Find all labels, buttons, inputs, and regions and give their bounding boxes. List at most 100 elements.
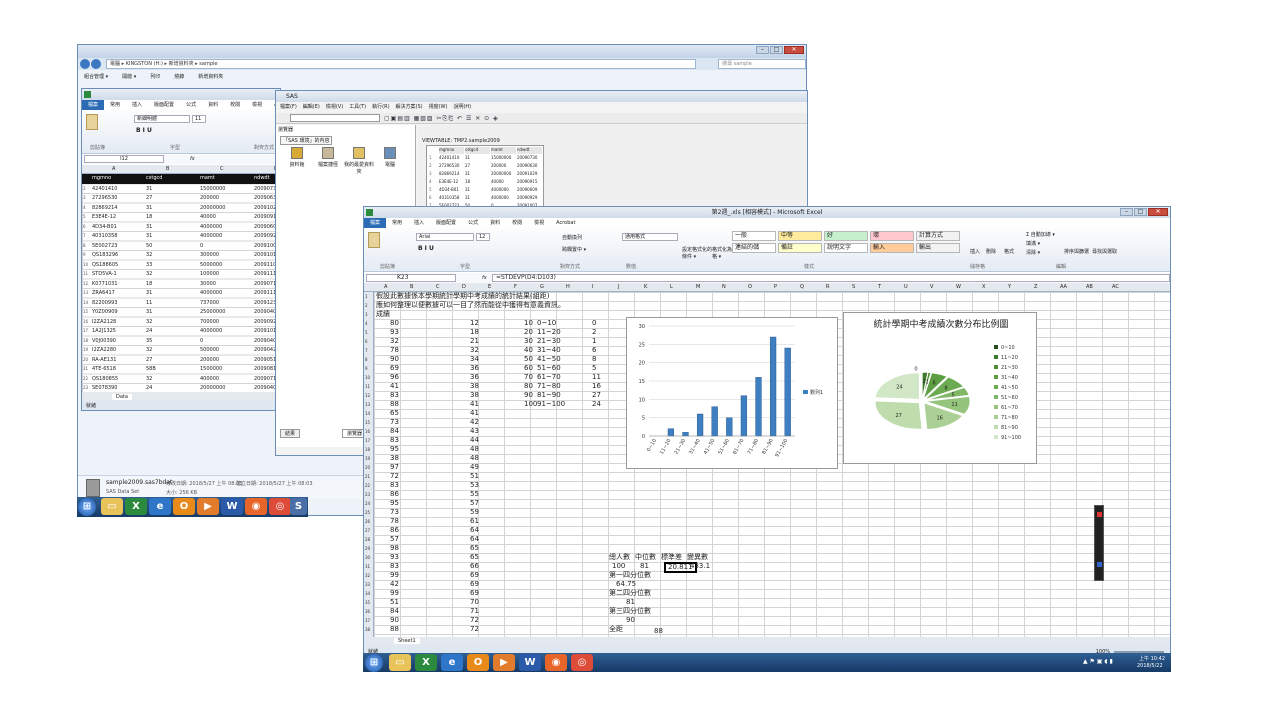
header-cell[interactable]: mamt (200, 175, 215, 181)
row-header[interactable]: 24 (365, 501, 370, 506)
vt-cell[interactable]: 82869214 (439, 171, 459, 176)
vt-cell[interactable]: 31 (465, 187, 470, 192)
sheet-cell[interactable]: 1 (592, 337, 596, 346)
floating-toolbar[interactable] (1094, 505, 1104, 581)
sheet-cell[interactable]: 第三四分位數 (609, 607, 651, 616)
table-cell[interactable]: 18 (146, 214, 152, 220)
explorer-toolbar-item[interactable]: 開啟 ▾ (122, 74, 136, 80)
sheet-cell[interactable]: 69 (470, 589, 479, 598)
table-cell[interactable]: 20000000 (200, 385, 225, 391)
sheet-cell[interactable]: 0~10 (537, 319, 556, 328)
frequency-bar-chart[interactable]: 0 5 10 15 20 25 30 0~10 11~20 21~30 31~40 41~50 51~6… (626, 317, 838, 469)
sheet-cell[interactable]: 84 (390, 427, 399, 436)
sheet-cell[interactable]: 11~20 (537, 328, 561, 337)
sheet-cell[interactable]: 80 (390, 319, 399, 328)
sas-menu-item[interactable]: 執行(R) (372, 104, 389, 110)
sheet-cell[interactable]: 90 (390, 616, 399, 625)
table-cell[interactable]: 300000 (200, 252, 219, 258)
row-header[interactable]: 14 (365, 411, 370, 416)
sheet-cell[interactable]: 95 (390, 499, 399, 508)
sheet-cell[interactable]: 32 (470, 346, 479, 355)
cell-style-1[interactable]: 中等 (778, 231, 822, 241)
firefox-taskbar-icon[interactable]: ◉ (245, 498, 267, 515)
table-cell[interactable]: 700000 (200, 319, 219, 325)
sheet-cell[interactable]: 成績 (376, 310, 390, 319)
font-name-select[interactable]: 新細明體 (134, 115, 190, 123)
fx-icon[interactable]: fx (482, 275, 487, 281)
ribbon-tab[interactable]: 校閱 (506, 218, 528, 228)
sheet-cell[interactable]: 55 (470, 490, 479, 499)
table-cell[interactable]: 42401410 (92, 186, 117, 192)
table-cell[interactable]: 31 (146, 205, 152, 211)
sheet-cell[interactable]: 30 (524, 337, 533, 346)
header-cell[interactable]: ndwdt (254, 175, 270, 181)
column-header[interactable]: F (514, 284, 517, 290)
explorer-taskbar-icon[interactable]: ▭ (101, 498, 123, 515)
sheet-cell[interactable]: 72 (470, 616, 479, 625)
vt-cell[interactable]: 20091029 (517, 171, 537, 176)
sheet-cell[interactable]: 71 (470, 607, 479, 616)
sas-explorer-item[interactable]: 資料館 (282, 147, 312, 168)
column-header[interactable]: B (166, 166, 169, 172)
sheet-cell[interactable]: 73 (390, 508, 399, 517)
sheet-cell[interactable]: 83 (390, 436, 399, 445)
sheet-cell[interactable]: 32 (390, 337, 399, 346)
ie-taskbar-icon[interactable]: e (441, 654, 463, 671)
row-header[interactable]: 29 (365, 546, 370, 551)
clock-date[interactable]: 2018/5/22 (1137, 663, 1163, 669)
ribbon-tab[interactable]: 公式 (180, 100, 202, 110)
sheet-cell[interactable]: 83 (390, 391, 399, 400)
frequency-pie-chart[interactable]: 統計學期中考成績次數分布比例圖 0 2 1 6 8 5 11 16 27 24 0~10 11~20 21… (843, 312, 1037, 464)
table-cell[interactable]: 200000 (200, 195, 219, 201)
sas-explorer-item[interactable]: 我的最愛資料夾 (344, 147, 374, 175)
table-cell[interactable]: 50 (146, 243, 152, 249)
bold-button[interactable]: B I U (136, 127, 152, 134)
ribbon-tab[interactable]: 插入 (126, 100, 148, 110)
cell-style-5[interactable]: 連結的儲 (732, 243, 776, 253)
table-cell[interactable]: 5000000 (200, 262, 222, 268)
sheet-cell[interactable]: 69 (470, 571, 479, 580)
row-header[interactable]: 33 (365, 582, 370, 587)
column-header[interactable]: AB (1086, 284, 1093, 290)
fill-button[interactable]: 填滿 ▾ (1026, 240, 1040, 247)
explorer-search-input[interactable]: 搜尋 sample (718, 59, 806, 69)
explorer-taskbar-icon[interactable]: ▭ (389, 654, 411, 671)
table-cell[interactable]: 4000000 (200, 328, 222, 334)
table-cell[interactable]: 4TE-6518 (92, 366, 116, 372)
sheet-cell[interactable]: 40 (524, 346, 533, 355)
vt-cell[interactable]: 27 (465, 163, 470, 168)
sheet-cell[interactable]: 36 (470, 373, 479, 382)
insert-cells-button[interactable]: 插入 (970, 248, 980, 255)
fx-icon[interactable]: fx (190, 156, 195, 162)
media-taskbar-icon[interactable]: ▶ (197, 498, 219, 515)
sheet-cell[interactable]: 51 (390, 598, 399, 607)
sheet-cell[interactable]: 變異數 (687, 553, 708, 562)
sheet-cell[interactable]: 10 (524, 319, 533, 328)
table-cell[interactable]: 32 (146, 271, 152, 277)
table-cell[interactable]: 200000 (200, 357, 219, 363)
font-size-select[interactable]: 11 (192, 115, 206, 123)
column-header[interactable]: P (774, 284, 777, 290)
vt-cell[interactable]: 40310358 (439, 195, 459, 200)
table-cell[interactable]: 33 (146, 262, 152, 268)
table-cell[interactable]: 30000 (200, 281, 216, 287)
autosum-button[interactable]: Σ 自動加總 ▾ (1026, 231, 1055, 238)
sheet-cell[interactable]: 51~60 (537, 364, 561, 373)
minimize-button[interactable]: – (756, 46, 769, 54)
merge-center-button[interactable]: 跨欄置中 ▾ (562, 246, 586, 253)
font-size-select[interactable]: 12 (476, 233, 490, 241)
sheet-cell[interactable]: 65 (470, 544, 479, 553)
column-header[interactable]: M (696, 284, 700, 290)
table-cell[interactable]: SE078390 (92, 385, 117, 391)
table-cell[interactable]: 1A2J1325 (92, 328, 116, 334)
table-cell[interactable]: 31 (146, 290, 152, 296)
column-header[interactable]: AA (1060, 284, 1067, 290)
row-header[interactable]: 16 (365, 429, 370, 434)
row-header[interactable]: 32 (365, 573, 370, 578)
sas-menu-item[interactable]: 檔案(F) (280, 104, 297, 110)
sheet-cell[interactable]: 64 (470, 526, 479, 535)
ribbon-tab[interactable]: 檔案 (82, 100, 105, 110)
sheet-cell[interactable]: 61~70 (537, 373, 561, 382)
vt-cell[interactable]: 4D34-B01 (439, 187, 459, 192)
sheet-cell[interactable]: 第一四分位數 (609, 571, 651, 580)
